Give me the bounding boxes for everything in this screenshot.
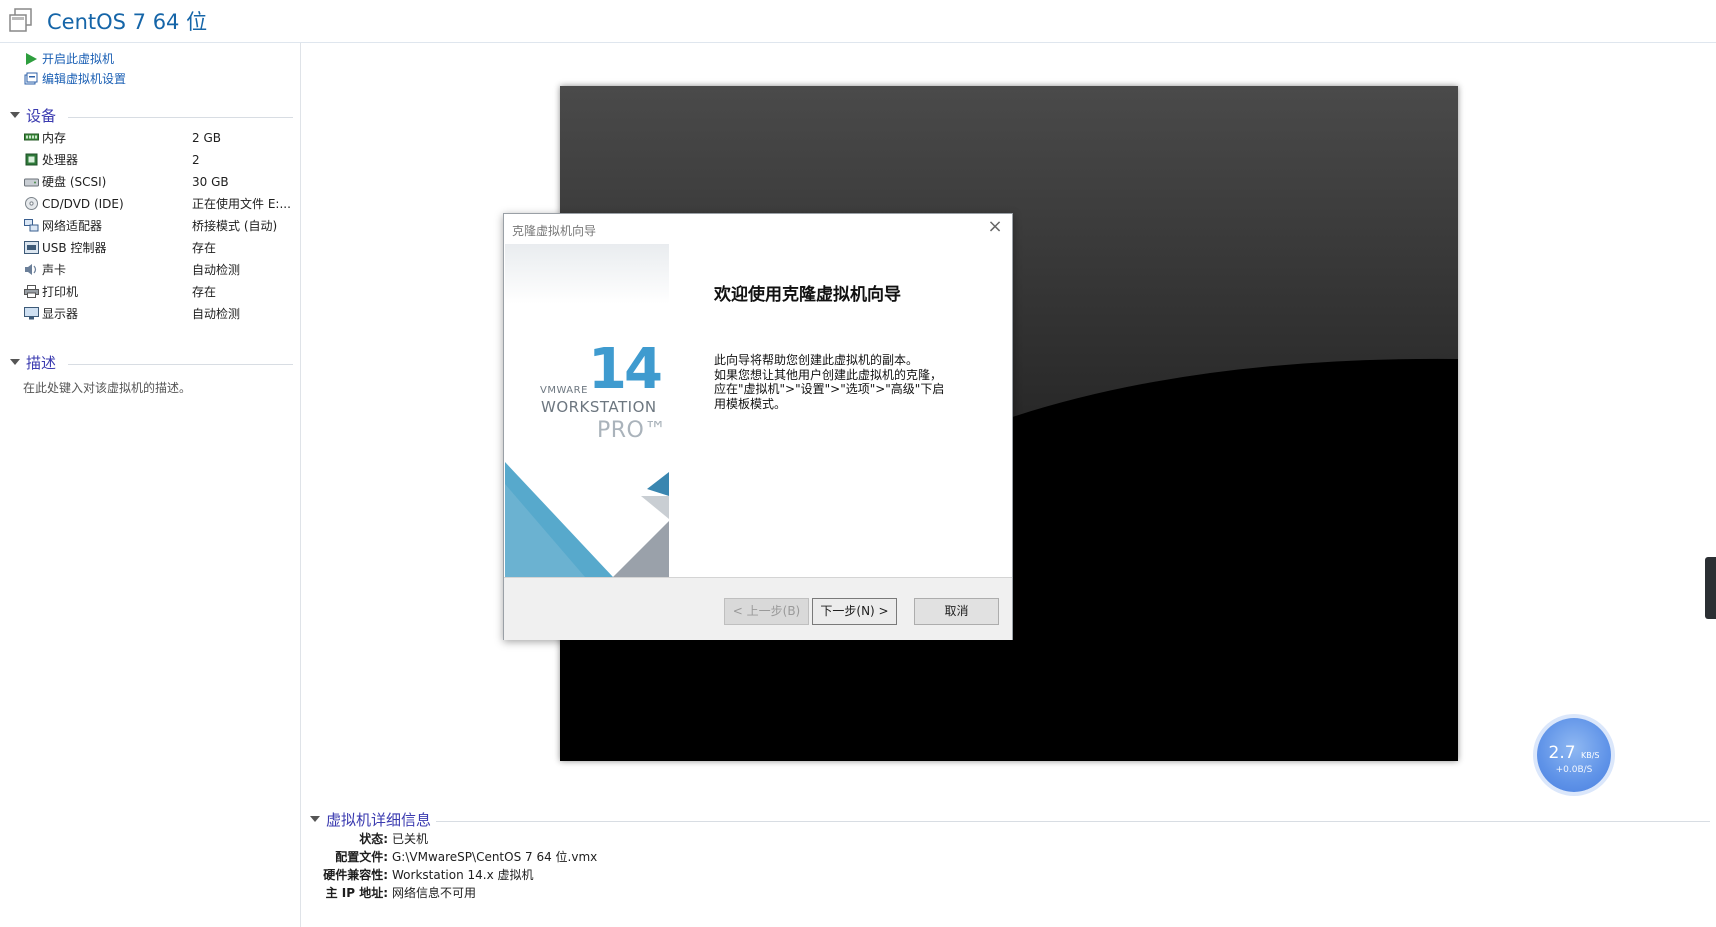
- cancel-button[interactable]: 取消: [914, 598, 999, 625]
- description-input[interactable]: 在此处键入对该虚拟机的描述。: [23, 379, 191, 396]
- printer-icon: [24, 285, 39, 298]
- clone-wizard-dialog: 克隆虚拟机向导 × 14 VMWARE WORKSTATION PRO™ 欢迎使…: [503, 213, 1013, 640]
- wizard-banner: 14 VMWARE WORKSTATION PRO™: [505, 244, 669, 577]
- device-row-network[interactable]: 网络适配器 桥接模式 (自动): [24, 215, 294, 237]
- detail-row-hardware-compat: 硬件兼容性: Workstation 14.x 虚拟机: [0, 867, 1716, 884]
- device-name: 处理器: [42, 153, 79, 167]
- network-speed-widget[interactable]: 2.7 KB/S +0.0B/S: [1537, 718, 1611, 792]
- detail-value: 网络信息不可用: [392, 886, 477, 900]
- device-row-processor[interactable]: 处理器 2: [24, 149, 294, 171]
- banner-triangles-graphic: [505, 462, 669, 577]
- section-divider: [436, 821, 1710, 822]
- detail-value: 已关机: [392, 832, 429, 846]
- back-button[interactable]: < 上一步(B): [724, 598, 809, 625]
- processor-icon: [25, 153, 38, 166]
- device-name: 网络适配器: [42, 219, 103, 233]
- detail-value: Workstation 14.x 虚拟机: [392, 868, 534, 882]
- wizard-text-line: 此向导将帮助您创建此虚拟机的副本。: [714, 353, 919, 367]
- display-icon: [24, 307, 39, 320]
- detail-row-ip-address: 主 IP 地址: 网络信息不可用: [0, 885, 1716, 902]
- net-speed-value: 2.7: [1548, 743, 1576, 763]
- device-name: 显示器: [42, 307, 79, 321]
- device-value: 2: [192, 153, 200, 167]
- play-icon: [26, 53, 37, 65]
- close-icon[interactable]: ×: [986, 218, 1004, 236]
- detail-key: 配置文件:: [335, 850, 388, 864]
- device-name: 声卡: [42, 263, 67, 277]
- section-divider: [68, 364, 293, 365]
- collapse-arrow-icon[interactable]: [10, 112, 20, 118]
- wizard-text-line: 应在"虚拟机">"设置">"选项">"高级"下启: [714, 382, 945, 396]
- collapse-arrow-icon[interactable]: [10, 359, 20, 365]
- dialog-footer: < 上一步(B) 下一步(N) > 取消: [504, 577, 1012, 640]
- section-divider: [68, 117, 293, 118]
- memory-icon: [24, 133, 39, 141]
- vm-details-section-header[interactable]: 虚拟机详细信息: [310, 810, 1710, 830]
- vm-summary-panel: 开启此虚拟机 编辑虚拟机设置 设备 内存 2 GB 处理器 2 硬盘 (SCSI…: [0, 43, 301, 927]
- wizard-heading: 欢迎使用克隆虚拟机向导: [714, 285, 901, 305]
- vm-details-title: 虚拟机详细信息: [326, 811, 432, 829]
- side-dock-handle[interactable]: [1705, 557, 1716, 619]
- device-name: 内存: [42, 131, 67, 145]
- description-section-header[interactable]: 描述: [10, 353, 293, 373]
- device-value: 30 GB: [192, 175, 229, 189]
- device-row-memory[interactable]: 内存 2 GB: [24, 127, 294, 149]
- device-row-usb[interactable]: USB 控制器 存在: [24, 237, 294, 259]
- device-value: 桥接模式 (自动): [192, 219, 278, 233]
- detail-key: 主 IP 地址:: [325, 886, 388, 900]
- detail-row-config-file: 配置文件: G:\VMwareSP\CentOS 7 64 位.vmx: [0, 849, 1716, 866]
- collapse-arrow-icon[interactable]: [310, 816, 320, 822]
- sound-icon: [25, 264, 37, 275]
- device-row-printer[interactable]: 打印机 存在: [24, 281, 294, 303]
- net-speed-unit: KB/S: [1580, 751, 1600, 760]
- title-bar: CentOS 7 64 位: [0, 0, 1716, 43]
- vm-icon: [9, 8, 32, 32]
- device-row-sound[interactable]: 声卡 自动检测: [24, 259, 294, 281]
- usb-icon: [24, 241, 39, 254]
- device-value: 正在使用文件 E:...: [192, 197, 291, 211]
- description-section-title: 描述: [26, 354, 57, 372]
- device-name: 硬盘 (SCSI): [42, 175, 107, 189]
- device-row-display[interactable]: 显示器 自动检测: [24, 303, 294, 325]
- edit-settings-label: 编辑虚拟机设置: [42, 72, 127, 86]
- vm-title: CentOS 7 64 位: [47, 10, 208, 34]
- edit-settings-icon: [24, 72, 38, 85]
- device-row-cd-dvd[interactable]: CD/DVD (IDE) 正在使用文件 E:...: [24, 193, 294, 215]
- device-name: USB 控制器: [42, 241, 107, 255]
- next-button[interactable]: 下一步(N) >: [812, 598, 897, 625]
- detail-key: 状态:: [359, 832, 388, 846]
- devices-section-title: 设备: [26, 107, 57, 125]
- harddisk-icon: [24, 178, 39, 187]
- device-value: 自动检测: [192, 307, 241, 321]
- wizard-text-line: 用模板模式。: [714, 396, 787, 411]
- net-upload-speed: +0.0B/S: [1555, 765, 1593, 775]
- detail-key: 硬件兼容性:: [323, 868, 388, 882]
- detail-value: G:\VMwareSP\CentOS 7 64 位.vmx: [392, 850, 598, 864]
- device-row-harddisk[interactable]: 硬盘 (SCSI) 30 GB: [24, 171, 294, 193]
- wizard-text-line: 如果您想让其他用户创建此虚拟机的克隆，: [714, 367, 943, 382]
- device-value: 存在: [192, 285, 217, 299]
- power-on-label: 开启此虚拟机: [42, 52, 115, 66]
- net-download-speed: 2.7 KB/S: [1537, 744, 1611, 765]
- wizard-description: 此向导将帮助您创建此虚拟机的副本。 如果您想让其他用户创建此虚拟机的克隆， 应在…: [714, 353, 954, 411]
- device-name: CD/DVD (IDE): [42, 197, 124, 211]
- network-adapter-icon: [24, 219, 39, 232]
- device-value: 自动检测: [192, 263, 241, 277]
- device-name: 打印机: [42, 285, 79, 299]
- dialog-title: 克隆虚拟机向导: [512, 224, 597, 238]
- devices-section-header[interactable]: 设备: [10, 106, 293, 126]
- detail-row-status: 状态: 已关机: [0, 831, 1716, 848]
- cd-dvd-icon: [25, 197, 38, 210]
- device-value: 2 GB: [192, 131, 221, 145]
- device-value: 存在: [192, 241, 217, 255]
